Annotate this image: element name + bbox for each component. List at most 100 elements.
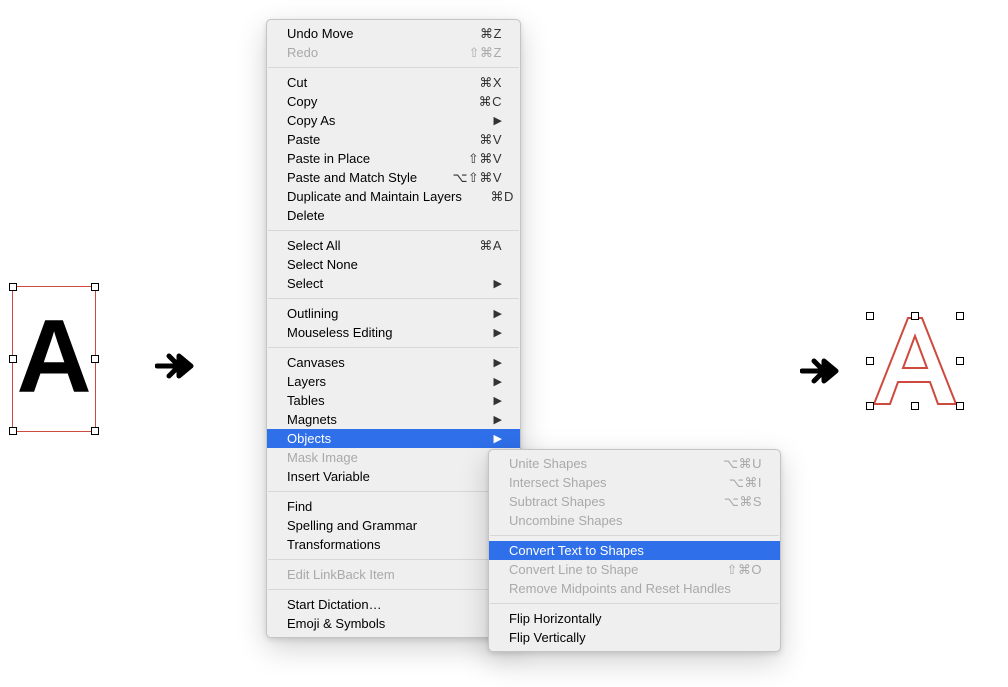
- selection-handle[interactable]: [91, 427, 99, 435]
- menu-item-outlining[interactable]: Outlining▶: [267, 304, 520, 323]
- menu-item-label: Subtract Shapes: [509, 494, 710, 509]
- selection-handle[interactable]: [911, 312, 919, 320]
- menu-separator: [268, 559, 519, 560]
- menu-item-uncombine-shapes: Uncombine Shapes: [489, 511, 780, 530]
- menu-item-objects[interactable]: Objects▶: [267, 429, 520, 448]
- menu-item-shortcut: ⌥⌘U: [710, 456, 762, 472]
- menu-item-paste[interactable]: Paste⌘V: [267, 130, 520, 149]
- menu-item-shortcut: ⌘X: [450, 75, 502, 91]
- submenu-arrow-icon: ▶: [494, 413, 502, 426]
- menu-item-label: Canvases: [287, 355, 476, 370]
- menu-item-delete[interactable]: Delete: [267, 206, 520, 225]
- selection-handle[interactable]: [9, 355, 17, 363]
- menu-item-tables[interactable]: Tables▶: [267, 391, 520, 410]
- menu-item-magnets[interactable]: Magnets▶: [267, 410, 520, 429]
- menu-item-spelling-and-grammar[interactable]: Spelling and Grammar: [267, 516, 520, 535]
- shape-object-selected[interactable]: [870, 316, 960, 406]
- menu-separator: [268, 230, 519, 231]
- shape-outline-a: [870, 316, 960, 406]
- menu-item-label: Insert Variable: [287, 469, 502, 484]
- selection-handle[interactable]: [91, 355, 99, 363]
- menu-item-label: Convert Text to Shapes: [509, 543, 762, 558]
- menu-item-convert-line-to-shape: Convert Line to Shape⇧⌘O: [489, 560, 780, 579]
- menu-item-cut[interactable]: Cut⌘X: [267, 73, 520, 92]
- arrow-icon: [800, 357, 840, 385]
- menu-separator: [490, 535, 779, 536]
- submenu-arrow-icon: ▶: [494, 114, 502, 127]
- menu-item-unite-shapes: Unite Shapes⌥⌘U: [489, 454, 780, 473]
- menu-item-copy[interactable]: Copy⌘C: [267, 92, 520, 111]
- menu-separator: [268, 589, 519, 590]
- menu-item-label: Intersect Shapes: [509, 475, 710, 490]
- menu-item-label: Edit LinkBack Item: [287, 567, 502, 582]
- menu-item-label: Undo Move: [287, 26, 450, 41]
- menu-separator: [490, 603, 779, 604]
- menu-item-shortcut: ⌘C: [450, 94, 502, 110]
- menu-item-label: Paste and Match Style: [287, 170, 450, 185]
- context-menu-edit[interactable]: Undo Move⌘ZRedo⇧⌘ZCut⌘XCopy⌘CCopy As▶Pas…: [266, 19, 521, 638]
- menu-item-copy-as[interactable]: Copy As▶: [267, 111, 520, 130]
- menu-item-paste-in-place[interactable]: Paste in Place⇧⌘V: [267, 149, 520, 168]
- menu-item-select[interactable]: Select▶: [267, 274, 520, 293]
- menu-item-undo-move[interactable]: Undo Move⌘Z: [267, 24, 520, 43]
- menu-item-label: Tables: [287, 393, 476, 408]
- menu-item-shortcut: ⌥⇧⌘V: [450, 170, 502, 186]
- submenu-arrow-icon: ▶: [494, 432, 502, 445]
- submenu-arrow-icon: ▶: [494, 356, 502, 369]
- menu-item-label: Spelling and Grammar: [287, 518, 502, 533]
- menu-item-emoji-symbols[interactable]: Emoji & Symbols: [267, 614, 520, 633]
- menu-item-shortcut: ⌘Z: [450, 26, 502, 42]
- arrow-icon: [155, 352, 195, 380]
- text-object-selected[interactable]: A: [12, 286, 96, 432]
- menu-item-label: Mouseless Editing: [287, 325, 476, 340]
- menu-item-label: Select All: [287, 238, 450, 253]
- menu-item-find[interactable]: Find: [267, 497, 520, 516]
- menu-item-label: Flip Vertically: [509, 630, 762, 645]
- selection-handle[interactable]: [911, 402, 919, 410]
- menu-item-select-none[interactable]: Select None: [267, 255, 520, 274]
- menu-item-mouseless-editing[interactable]: Mouseless Editing ▶: [267, 323, 520, 342]
- submenu-arrow-icon: ▶: [494, 307, 502, 320]
- menu-item-duplicate-and-maintain-layers[interactable]: Duplicate and Maintain Layers⌘D: [267, 187, 520, 206]
- menu-item-canvases[interactable]: Canvases ▶: [267, 353, 520, 372]
- menu-item-start-dictation[interactable]: Start Dictation…: [267, 595, 520, 614]
- submenu-arrow-icon: ▶: [494, 326, 502, 339]
- menu-item-convert-text-to-shapes[interactable]: Convert Text to Shapes: [489, 541, 780, 560]
- menu-separator: [268, 298, 519, 299]
- menu-item-label: Paste: [287, 132, 450, 147]
- menu-item-label: Mask Image: [287, 450, 502, 465]
- selection-handle[interactable]: [9, 283, 17, 291]
- menu-item-shortcut: ⌥⌘S: [710, 494, 762, 510]
- text-glyph: A: [16, 305, 91, 409]
- menu-item-insert-variable[interactable]: Insert Variable: [267, 467, 520, 486]
- menu-item-label: Transformations: [287, 537, 502, 552]
- selection-handle[interactable]: [956, 312, 964, 320]
- menu-item-label: Paste in Place: [287, 151, 450, 166]
- selection-handle[interactable]: [9, 427, 17, 435]
- menu-item-flip-vertically[interactable]: Flip Vertically: [489, 628, 780, 647]
- menu-item-label: Select None: [287, 257, 502, 272]
- menu-item-mask-image: Mask Image: [267, 448, 520, 467]
- menu-item-shortcut: ⇧⌘V: [450, 151, 502, 167]
- menu-item-label: Unite Shapes: [509, 456, 710, 471]
- menu-item-label: Copy: [287, 94, 450, 109]
- menu-item-label: Select: [287, 276, 476, 291]
- menu-item-shortcut: ⌘D: [462, 189, 514, 205]
- selection-handle[interactable]: [866, 402, 874, 410]
- menu-item-layers[interactable]: Layers▶: [267, 372, 520, 391]
- menu-item-intersect-shapes: Intersect Shapes⌥⌘I: [489, 473, 780, 492]
- selection-handle[interactable]: [866, 357, 874, 365]
- selection-handle[interactable]: [956, 357, 964, 365]
- menu-item-label: Find: [287, 499, 502, 514]
- menu-item-paste-and-match-style[interactable]: Paste and Match Style⌥⇧⌘V: [267, 168, 520, 187]
- selection-handle[interactable]: [866, 312, 874, 320]
- menu-item-label: Delete: [287, 208, 502, 223]
- submenu-objects[interactable]: Unite Shapes⌥⌘UIntersect Shapes⌥⌘ISubtra…: [488, 449, 781, 652]
- menu-item-select-all[interactable]: Select All⌘A: [267, 236, 520, 255]
- selection-handle[interactable]: [91, 283, 99, 291]
- menu-item-label: Redo: [287, 45, 450, 60]
- menu-item-flip-horizontally[interactable]: Flip Horizontally: [489, 609, 780, 628]
- selection-handle[interactable]: [956, 402, 964, 410]
- menu-item-shortcut: ⌥⌘I: [710, 475, 762, 491]
- menu-item-transformations[interactable]: Transformations: [267, 535, 520, 554]
